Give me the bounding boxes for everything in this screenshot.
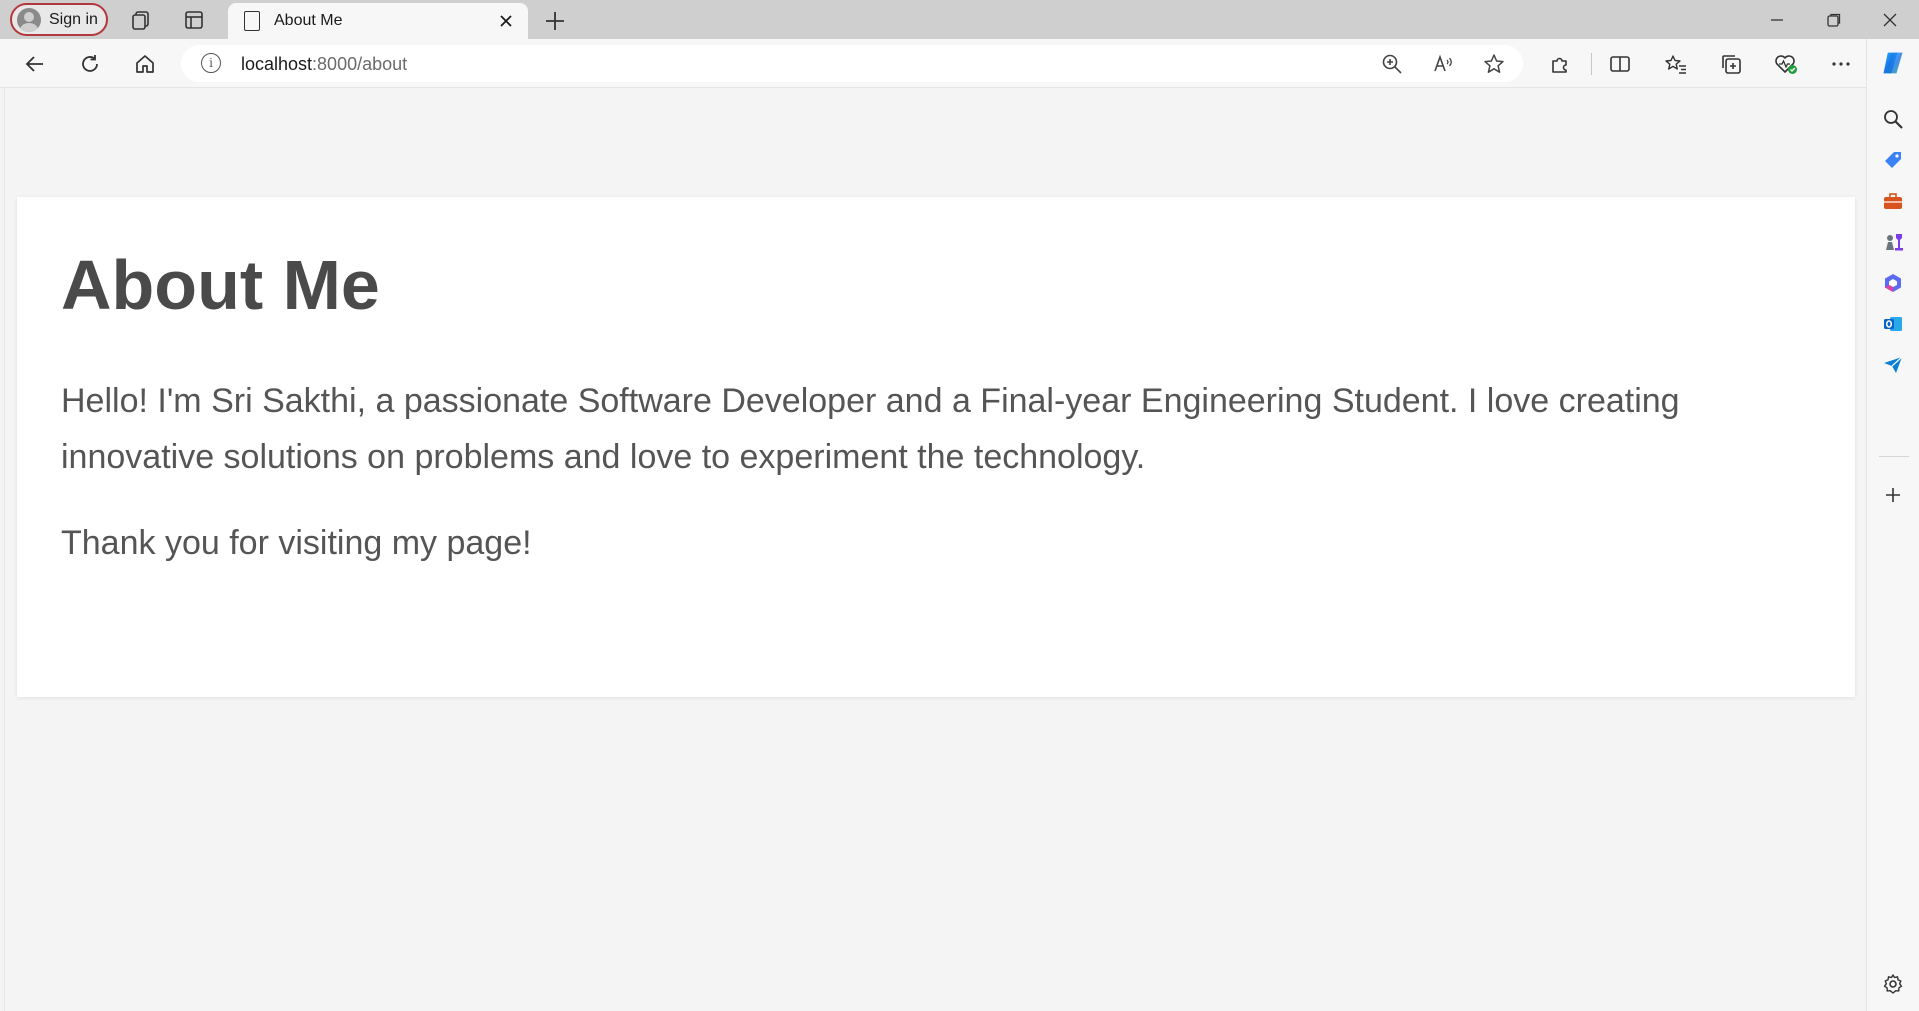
minimize-icon[interactable] [1757,4,1797,36]
back-icon[interactable] [20,49,50,79]
favorites-icon[interactable] [1661,49,1691,79]
workspaces-icon[interactable] [128,7,154,33]
gear-icon[interactable] [1880,971,1906,997]
tag-icon[interactable] [1880,147,1906,173]
close-tab-icon[interactable] [494,9,518,33]
avatar-icon [17,7,41,32]
search-icon[interactable] [1880,106,1906,132]
url-host: localhost [241,54,313,74]
copilot-icon[interactable] [1880,50,1906,76]
chess-icon[interactable] [1880,229,1906,255]
tab-about-me[interactable]: About Me [228,3,528,39]
browser-toolbar: i localhost:8000/about [0,39,1919,88]
intro-paragraph: Hello! I'm Sri Sakthi, a passionate Soft… [61,382,1680,476]
browser-essentials-icon[interactable] [1771,49,1801,79]
tab-title: About Me [274,12,343,29]
outlook-icon[interactable] [1880,311,1906,337]
toolbar-divider [1591,53,1592,75]
send-icon[interactable] [1880,352,1906,378]
page-icon [244,11,260,31]
edge-sidebar [1866,39,1919,1011]
site-info-icon[interactable]: i [201,53,221,73]
read-aloud-icon[interactable] [1430,51,1456,77]
url-text[interactable]: localhost:8000/about [241,54,407,75]
plus-icon[interactable] [1880,482,1906,508]
home-icon[interactable] [130,49,160,79]
tab-actions-icon[interactable] [181,7,207,33]
extensions-icon[interactable] [1545,49,1575,79]
profile-signin-button[interactable]: Sign in [10,3,108,36]
sidebar-divider [1879,456,1909,457]
url-path: :8000/about [312,54,408,74]
page-viewport: About Me Hello! I'm Sri Sakthi, a passio… [4,88,1866,1011]
close-window-icon[interactable] [1870,4,1910,36]
office-icon[interactable] [1880,270,1906,296]
collections-icon[interactable] [1716,49,1746,79]
about-card: About Me Hello! I'm Sri Sakthi, a passio… [17,197,1855,697]
address-bar[interactable]: i localhost:8000/about [181,45,1523,82]
zoom-icon[interactable] [1379,51,1405,77]
more-options-icon[interactable] [1826,49,1856,79]
briefcase-icon[interactable] [1880,188,1906,214]
new-tab-button[interactable] [540,6,570,36]
restore-icon[interactable] [1814,4,1854,36]
signin-label: Sign in [49,10,98,28]
favorite-star-icon[interactable] [1481,51,1507,77]
page-title: About Me [61,246,380,324]
split-screen-icon[interactable] [1605,49,1635,79]
thanks-paragraph: Thank you for visiting my page! [61,524,532,562]
refresh-icon[interactable] [75,49,105,79]
tab-strip: Sign in About Me [0,0,1919,39]
